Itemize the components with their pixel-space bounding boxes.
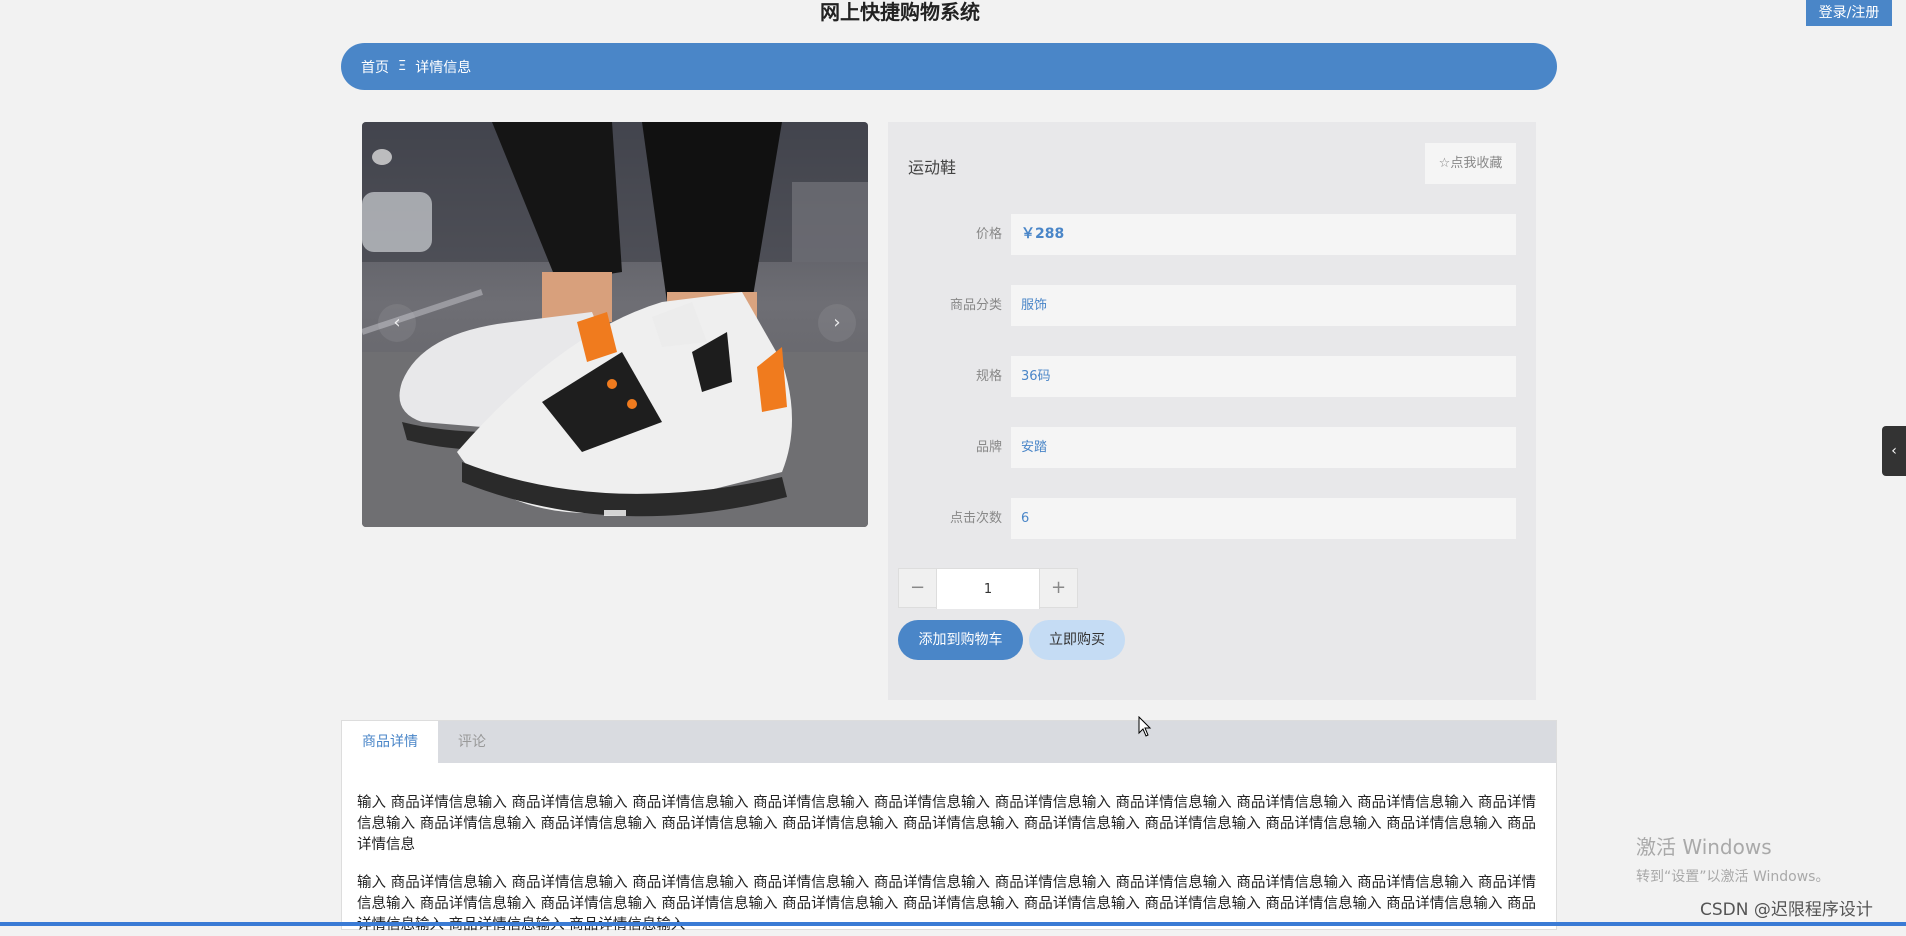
favorite-button[interactable]: ☆点我收藏 xyxy=(1425,143,1516,184)
field-row-spec: 规格 36码 xyxy=(888,356,1536,397)
field-label: 品牌 xyxy=(975,440,1002,455)
product-image-carousel[interactable]: ‹ › xyxy=(362,122,868,527)
add-to-cart-button[interactable]: 添加到购物车 xyxy=(898,620,1023,660)
field-row-brand: 品牌 安踏 xyxy=(888,427,1536,468)
quantity-decrease-button[interactable]: − xyxy=(899,569,936,607)
detail-tabs-panel: 商品详情 评论 输入 商品详情信息输入 商品详情信息输入 商品详情信息输入 商品… xyxy=(341,720,1557,933)
quantity-stepper: − + xyxy=(898,568,1078,609)
carousel-indicator[interactable] xyxy=(604,510,626,516)
field-label: 规格 xyxy=(975,369,1002,384)
field-label: 价格 xyxy=(975,227,1002,242)
side-panel-toggle-icon[interactable]: ‹ xyxy=(1882,426,1906,476)
product-image xyxy=(362,122,868,527)
login-register-button[interactable]: 登录/注册 xyxy=(1806,0,1892,26)
site-title: 网上快捷购物系统 xyxy=(820,0,980,24)
tab-comments[interactable]: 评论 xyxy=(438,721,506,763)
field-value-clicks: 6 xyxy=(1011,498,1516,539)
breadcrumb: 首页 Ξ 详情信息 xyxy=(341,43,1557,90)
mouse-cursor-icon xyxy=(1138,716,1152,737)
field-value-spec: 36码 xyxy=(1011,356,1516,397)
field-value-category: 服饰 xyxy=(1011,285,1516,326)
product-info-panel: 运动鞋 ☆点我收藏 价格 ￥288 商品分类 服饰 规格 36码 品牌 安踏 点… xyxy=(888,122,1536,700)
field-row-category: 商品分类 服饰 xyxy=(888,285,1536,326)
breadcrumb-current: 详情信息 xyxy=(415,59,472,76)
carousel-prev-button[interactable]: ‹ xyxy=(378,304,416,342)
field-value-brand: 安踏 xyxy=(1011,427,1516,468)
field-value-price: ￥288 xyxy=(1011,214,1516,255)
field-row-clicks: 点击次数 6 xyxy=(888,498,1536,539)
breadcrumb-separator: Ξ xyxy=(398,59,407,74)
tab-bar: 商品详情 评论 xyxy=(342,721,1556,763)
detail-paragraph: 输入 商品详情信息输入 商品详情信息输入 商品详情信息输入 商品详情信息输入 商… xyxy=(357,875,1536,933)
breadcrumb-home-link[interactable]: 首页 xyxy=(361,57,389,77)
product-name: 运动鞋 xyxy=(908,158,957,177)
quantity-input[interactable] xyxy=(936,569,1040,609)
quantity-increase-button[interactable]: + xyxy=(1040,569,1077,607)
watermark-line-2: 转到“设置”以激活 Windows。 xyxy=(1636,869,1830,885)
field-row-price: 价格 ￥288 xyxy=(888,214,1536,255)
product-detail-content: 输入 商品详情信息输入 商品详情信息输入 商品详情信息输入 商品详情信息输入 商… xyxy=(342,763,1556,936)
carousel-next-button[interactable]: › xyxy=(818,304,856,342)
bottom-progress-line xyxy=(0,922,1906,926)
field-label: 点击次数 xyxy=(949,511,1002,526)
windows-activation-watermark: 激活 Windows 转到“设置”以激活 Windows。 xyxy=(1636,831,1829,886)
field-label: 商品分类 xyxy=(949,298,1002,313)
watermark-line-1: 激活 Windows xyxy=(1636,835,1772,859)
buy-now-button[interactable]: 立即购买 xyxy=(1029,620,1125,660)
tab-product-detail[interactable]: 商品详情 xyxy=(342,721,438,763)
detail-paragraph: 输入 商品详情信息输入 商品详情信息输入 商品详情信息输入 商品详情信息输入 商… xyxy=(357,795,1536,853)
csdn-watermark: CSDN @迟限程序设计 xyxy=(1700,900,1873,920)
